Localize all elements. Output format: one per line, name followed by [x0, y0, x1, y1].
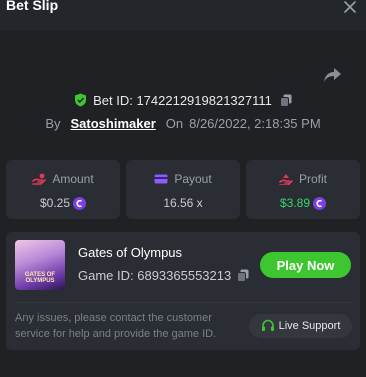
payout-value: 16.56 x: [163, 196, 203, 210]
close-icon[interactable]: [343, 0, 357, 14]
shield-check-icon: [75, 93, 87, 107]
share-icon[interactable]: [323, 66, 343, 84]
amount-icon: [32, 173, 47, 185]
play-now-button[interactable]: Play Now: [260, 252, 351, 278]
profit-label: Profit: [298, 172, 327, 186]
on-label: On: [165, 115, 184, 131]
amount-label: Amount: [52, 172, 94, 186]
by-label: By: [45, 115, 61, 131]
live-support-label: Live Support: [278, 320, 341, 332]
game-name: Gates of Olympus: [78, 245, 183, 260]
game-thumbnail[interactable]: GATES OF OLYMPUS: [15, 240, 65, 290]
bet-id-row: Bet ID: 1742212919821327111: [0, 91, 366, 109]
bettor-row: By Satoshimaker On 8/26/2022, 2:18:35 PM: [0, 114, 366, 132]
game-id-row: Game ID: 6893365553213: [78, 268, 249, 283]
bet-datetime: 8/26/2022, 2:18:35 PM: [189, 115, 321, 131]
profit-card: Profit $3.89: [246, 160, 360, 219]
username-link[interactable]: Satoshimaker: [71, 116, 156, 131]
top-bar: Bet Slip: [0, 0, 366, 30]
bet-slip-title: Bet Slip: [6, 0, 59, 13]
payout-icon: [154, 174, 168, 184]
payout-card: Payout 16.56 x: [126, 160, 240, 219]
live-support-button[interactable]: Live Support: [249, 314, 352, 338]
profit-icon: [279, 174, 293, 185]
stats-row: Amount $0.25 Payout 16.56 x Profit $3.89: [6, 160, 360, 219]
profit-value: $3.89: [279, 196, 311, 210]
game-thumbnail-logo: GATES OF OLYMPUS: [24, 272, 56, 284]
divider: [15, 302, 351, 303]
copy-icon[interactable]: [279, 94, 292, 107]
support-notice: Any issues, please contact the customer …: [15, 312, 217, 340]
payout-label: Payout: [174, 172, 212, 186]
amount-card: Amount $0.25: [6, 160, 120, 219]
bet-id: Bet ID: 1742212919821327111: [93, 92, 272, 108]
game-id: Game ID: 6893365553213: [78, 268, 232, 283]
headset-icon: [261, 319, 274, 331]
amount-value: $0.25: [39, 196, 71, 210]
coin-icon: [73, 196, 87, 210]
coin-icon: [313, 196, 327, 210]
copy-icon[interactable]: [237, 269, 249, 282]
game-card: GATES OF OLYMPUS Gates of Olympus Game I…: [6, 232, 360, 350]
